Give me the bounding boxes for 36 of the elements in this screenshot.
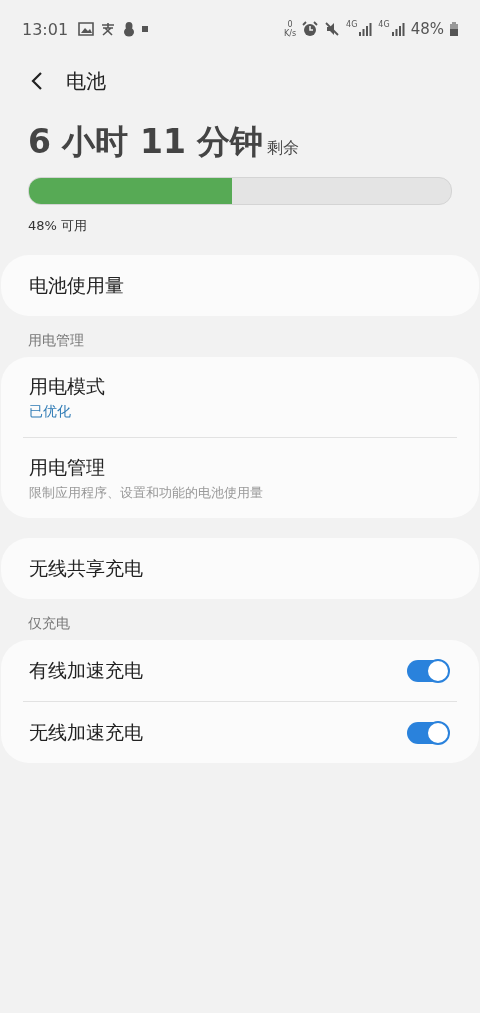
settings-item[interactable]: 无线加速充电 <box>1 702 479 763</box>
section-heading: 仅充电 <box>27 614 71 633</box>
item-title: 无线加速充电 <box>29 719 143 745</box>
item-title: 电池使用量 <box>29 272 124 298</box>
toggle-switch[interactable] <box>407 721 449 744</box>
section-heading: 用电管理 <box>27 331 85 350</box>
settings-item[interactable]: 用电模式 已优化 <box>1 357 479 437</box>
network-type: 4G <box>378 20 390 29</box>
signal-icon <box>390 22 405 36</box>
app-icon <box>100 22 117 36</box>
settings-item[interactable]: 电池使用量 <box>1 255 479 316</box>
remaining-label: 剩余 <box>267 138 300 159</box>
item-title: 无线共享充电 <box>29 555 143 581</box>
back-icon[interactable] <box>30 71 44 91</box>
signal-icon <box>358 22 373 36</box>
network-type: 4G <box>346 20 358 29</box>
item-subtitle: 限制应用程序、设置和功能的电池使用量 <box>29 483 263 502</box>
page-title: 电池 <box>66 67 106 95</box>
available-percent: 48% 可用 <box>28 217 89 235</box>
time-remaining: 6 小时 11 分钟 <box>28 121 264 163</box>
network-speed: 0 K/s <box>283 20 297 38</box>
penguin-icon <box>122 21 137 37</box>
status-time: 13:01 <box>22 19 69 39</box>
image-icon <box>78 22 95 36</box>
battery-icon <box>450 22 458 36</box>
battery-percent: 48% <box>410 20 444 38</box>
item-title: 有线加速充电 <box>29 657 143 683</box>
settings-item[interactable]: 有线加速充电 <box>1 640 479 701</box>
settings-item[interactable]: 无线共享充电 <box>1 538 479 599</box>
settings-item[interactable]: 用电管理 限制应用程序、设置和功能的电池使用量 <box>1 438 479 518</box>
item-title: 用电管理 <box>29 454 106 480</box>
toggle-switch[interactable] <box>407 659 449 682</box>
item-subtitle: 已优化 <box>29 402 72 421</box>
mute-icon <box>324 21 341 37</box>
item-title: 用电模式 <box>29 373 105 399</box>
alarm-icon <box>302 21 319 37</box>
